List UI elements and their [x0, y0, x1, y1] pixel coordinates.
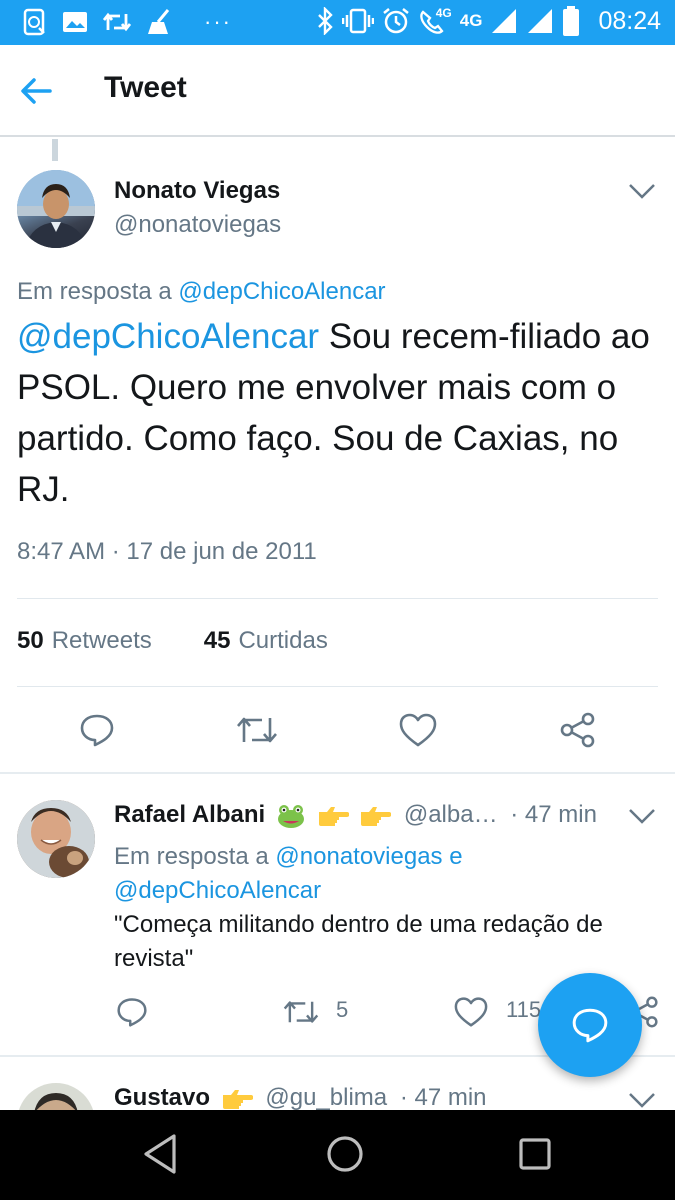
tweet-timestamp: 8:47 AM · 17 de jun de 2011	[17, 538, 317, 565]
reply-avatar[interactable]	[17, 800, 95, 878]
likes-label: Curtidas	[238, 627, 328, 654]
author-avatar[interactable]	[17, 170, 95, 248]
vibrate-icon	[341, 8, 374, 34]
reply-time: · 47 min	[399, 1084, 487, 1111]
avatar-photo	[17, 800, 95, 878]
tweet-text: @depChicoAlencar Sou recem-filiado ao PS…	[17, 311, 667, 515]
reply-icon[interactable]	[79, 712, 115, 748]
retweets-count: 50	[17, 627, 44, 654]
broom-icon	[148, 9, 170, 34]
image-icon	[63, 12, 87, 32]
divider	[0, 772, 675, 774]
home-circle-icon[interactable]	[325, 1132, 365, 1176]
like-icon[interactable]	[454, 996, 488, 1028]
author-handle[interactable]: @nonatoviegas	[114, 211, 281, 239]
chevron-down-icon[interactable]	[627, 1090, 657, 1110]
reply-to-link[interactable]: @depChicoAlencar	[178, 278, 385, 305]
author-name[interactable]: Nonato Viegas	[114, 177, 280, 205]
reply-to-link[interactable]: @nonatoviegas	[275, 843, 442, 870]
reply-header: Gustavo @gu_blima · 47 min	[114, 1084, 487, 1112]
retweet-count: 5	[336, 997, 349, 1022]
page-title: Tweet	[104, 71, 187, 104]
reply-icon[interactable]	[116, 996, 148, 1028]
sync-icon	[23, 8, 45, 36]
pointing-right-emoji	[361, 806, 392, 826]
reply-text: "Começa militando dentro de uma redação …	[114, 911, 603, 972]
network-type: 4G	[459, 11, 483, 30]
recents-square-icon[interactable]	[515, 1132, 555, 1176]
battery-icon	[563, 6, 580, 36]
reply-prefix: Em resposta a	[114, 843, 269, 870]
alarm-icon	[382, 8, 409, 34]
reply-author-handle[interactable]: @gu_blima	[265, 1084, 387, 1111]
call-network-label: 4G	[435, 6, 452, 20]
overflow-indicator: ···	[204, 9, 232, 34]
reply-header: Rafael Albani @alba… · 47 min	[114, 801, 597, 829]
back-triangle-icon[interactable]	[140, 1132, 180, 1176]
retweets-label: Retweets	[51, 627, 152, 654]
reply-context: Em resposta a @depChicoAlencar	[17, 278, 386, 306]
like-icon[interactable]	[399, 712, 437, 748]
frog-emoji	[277, 804, 304, 828]
share-icon[interactable]	[559, 712, 597, 748]
reply-joiner: e	[449, 843, 463, 870]
clock: 08:24	[598, 6, 661, 35]
retweet-icon[interactable]	[236, 712, 278, 748]
status-bar: ··· 4G 4G 08:24	[0, 0, 675, 45]
thread-connector	[52, 139, 58, 161]
signal-icon	[492, 9, 517, 33]
bluetooth-icon	[317, 7, 333, 35]
divider	[17, 598, 658, 599]
retweet-icon[interactable]	[283, 996, 319, 1028]
retweets-stat[interactable]: 50 Retweets	[17, 627, 152, 655]
mention-link[interactable]: @depChicoAlencar	[17, 317, 319, 356]
reply-author-name[interactable]: Gustavo	[114, 1084, 210, 1111]
signal-icon	[528, 9, 553, 33]
reply-prefix: Em resposta a	[17, 278, 172, 305]
avatar-photo	[17, 170, 95, 248]
chevron-down-icon[interactable]	[627, 181, 657, 201]
system-nav-bar	[0, 1110, 675, 1200]
compose-reply-icon	[572, 1008, 608, 1043]
pointing-right-emoji	[318, 806, 349, 826]
app-header: Tweet	[0, 45, 675, 137]
chevron-down-icon[interactable]	[627, 806, 657, 826]
tweet-stats: 50 Retweets 45 Curtidas	[17, 627, 328, 655]
pointing-right-emoji	[222, 1089, 253, 1109]
reply-time: · 47 min	[510, 801, 597, 828]
compose-reply-button[interactable]	[538, 973, 642, 1077]
reply-author-name[interactable]: Rafael Albani	[114, 801, 265, 828]
like-count: 115	[506, 997, 542, 1022]
reply-author-handle[interactable]: @alba…	[404, 801, 498, 828]
likes-count: 45	[203, 627, 231, 654]
divider	[17, 686, 658, 687]
likes-stat[interactable]: 45 Curtidas	[204, 627, 328, 655]
retweet-icon	[102, 12, 132, 32]
reply-to-link[interactable]: @depChicoAlencar	[114, 877, 321, 904]
reply-context: Em resposta a @nonatoviegas e @depChicoAl…	[114, 840, 654, 908]
wifi-call-icon: 4G	[418, 6, 452, 35]
back-arrow-icon[interactable]	[16, 71, 56, 111]
